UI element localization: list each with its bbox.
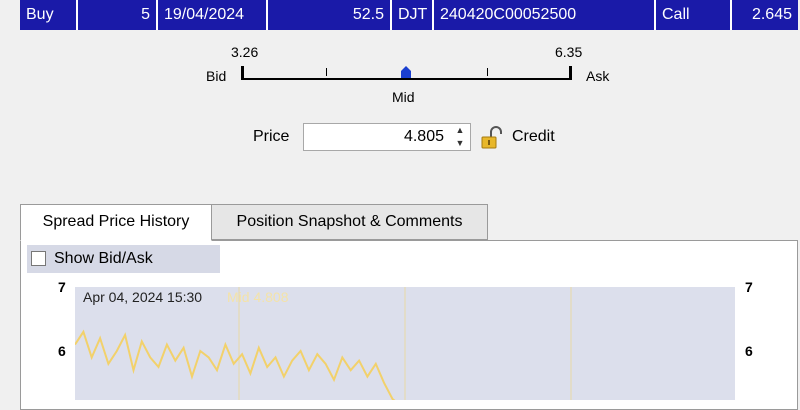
- option-type-cell: Call: [656, 0, 732, 30]
- chart-tooltip-value: Mid 4.808: [227, 289, 289, 305]
- strike-cell: 52.5: [268, 0, 392, 30]
- expiry-cell: 19/04/2024: [158, 0, 268, 30]
- show-bid-ask-checkbox[interactable]: [31, 251, 46, 266]
- symbol-cell: DJT: [392, 0, 434, 30]
- tab-position-snapshot-comments[interactable]: Position Snapshot & Comments: [211, 204, 488, 240]
- credit-label: Credit: [512, 128, 555, 145]
- slider-tick: [487, 68, 488, 76]
- chart-tooltip-date: Apr 04, 2024 15:30: [83, 289, 203, 305]
- bid-ask-slider-track[interactable]: [242, 78, 572, 80]
- mid-marker-handle[interactable]: [401, 66, 411, 78]
- slider-tick: [326, 68, 327, 76]
- price-history-chart[interactable]: Apr 04, 2024 15:30 Mid 4.808: [75, 287, 735, 400]
- show-bid-ask-label: Show Bid/Ask: [54, 250, 153, 267]
- price-stepper[interactable]: ▲ ▼: [452, 124, 468, 150]
- contract-cell: 240420C00052500: [434, 0, 656, 30]
- order-row[interactable]: Buy 5 19/04/2024 52.5 DJT 240420C0005250…: [20, 0, 798, 30]
- price-label: Price: [253, 128, 290, 145]
- side-cell: Buy: [20, 0, 78, 30]
- qty-cell: 5: [78, 0, 158, 30]
- stepper-down-icon[interactable]: ▼: [455, 139, 465, 148]
- y-tick-left-7: 7: [58, 279, 66, 295]
- show-bid-ask-toggle[interactable]: Show Bid/Ask: [27, 245, 220, 273]
- bid-label: Bid: [206, 68, 227, 84]
- y-tick-right-6: 6: [745, 343, 753, 359]
- price-cell: 2.645: [732, 0, 798, 30]
- stepper-up-icon[interactable]: ▲: [455, 126, 465, 135]
- bid-value: 3.26: [231, 44, 259, 60]
- y-tick-left-6: 6: [58, 343, 66, 359]
- price-input[interactable]: 4.805: [303, 123, 471, 151]
- bid-end-tick: [241, 66, 244, 80]
- unlock-icon[interactable]: [480, 126, 502, 150]
- tab-spread-price-history[interactable]: Spread Price History: [20, 204, 212, 241]
- y-tick-right-7: 7: [745, 279, 753, 295]
- ask-end-tick: [569, 66, 572, 80]
- ask-label: Ask: [586, 68, 610, 84]
- mid-label: Mid: [392, 89, 415, 105]
- ask-value: 6.35: [555, 44, 583, 60]
